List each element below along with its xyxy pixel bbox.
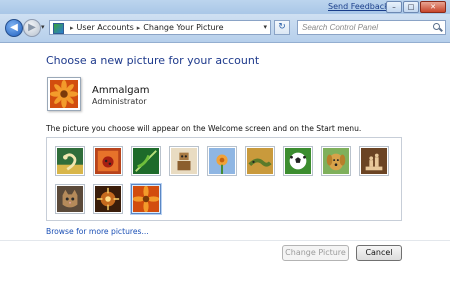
picture-soccer-ball[interactable] — [283, 146, 313, 176]
change-picture-button[interactable]: Change Picture — [282, 245, 349, 261]
cancel-button[interactable]: Cancel — [356, 245, 402, 261]
browse-more-pictures-link[interactable]: Browse for more pictures... — [46, 227, 149, 236]
search-icon[interactable] — [433, 23, 440, 30]
robot-picture-icon — [171, 148, 197, 174]
orange-flower-avatar-icon — [50, 80, 78, 108]
user-name: Ammalgam — [92, 85, 150, 96]
minimize-button[interactable]: – — [386, 1, 402, 13]
page-title: Choose a new picture for your account — [46, 54, 260, 67]
picture-dog[interactable] — [321, 146, 351, 176]
sparkle-picture-icon — [95, 186, 121, 212]
flower-picture-icon — [209, 148, 235, 174]
chess-picture-icon — [361, 148, 387, 174]
footer-divider — [0, 240, 450, 241]
search-input[interactable] — [297, 20, 446, 35]
close-button[interactable]: ✕ — [420, 1, 446, 13]
current-user-picture — [47, 77, 81, 111]
address-bar[interactable]: ▸ User Accounts ▸ Change Your Picture ▾ — [49, 20, 271, 35]
orange-flower-picture-icon — [133, 186, 159, 212]
picture-kitten[interactable] — [55, 184, 85, 214]
breadcrumb-separator-icon[interactable]: ▸ — [70, 24, 74, 32]
navigation-bar: ◀ ▶ ▾ ▸ User Accounts ▸ Change Your Picture… — [0, 14, 450, 43]
ladybug-picture-icon — [95, 148, 121, 174]
user-role: Administrator — [92, 97, 147, 106]
picture-bass-clef[interactable] — [55, 146, 85, 176]
lizard-picture-icon — [247, 148, 273, 174]
picture-orange-flower-selected[interactable] — [131, 184, 161, 214]
address-dropdown-icon[interactable]: ▾ — [263, 21, 267, 34]
refresh-button[interactable]: ↻ — [274, 20, 290, 35]
breadcrumb-change-your-picture[interactable]: Change Your Picture — [143, 23, 223, 32]
soccer-ball-picture-icon — [285, 148, 311, 174]
forward-button[interactable]: ▶ — [23, 19, 41, 37]
picture-flower[interactable] — [207, 146, 237, 176]
breadcrumb-separator-icon[interactable]: ▸ — [137, 24, 141, 32]
picture-chess[interactable] — [359, 146, 389, 176]
dog-picture-icon — [323, 148, 349, 174]
back-button[interactable]: ◀ — [5, 19, 23, 37]
breadcrumb-user-accounts[interactable]: User Accounts — [77, 23, 134, 32]
leaf-picture-icon — [133, 148, 159, 174]
kitten-picture-icon — [57, 186, 83, 212]
maximize-button[interactable]: □ — [403, 1, 419, 13]
picture-ladybug[interactable] — [93, 146, 123, 176]
send-feedback-link[interactable]: Send Feedback — [328, 2, 389, 11]
picture-leaf[interactable] — [131, 146, 161, 176]
picture-description: The picture you choose will appear on th… — [46, 124, 362, 133]
picture-lizard[interactable] — [245, 146, 275, 176]
bass-clef-picture-icon — [57, 148, 83, 174]
control-panel-icon — [53, 23, 64, 34]
picture-robot[interactable] — [169, 146, 199, 176]
recent-pages-dropdown-icon[interactable]: ▾ — [41, 23, 45, 31]
picture-gallery — [46, 137, 402, 221]
picture-sparkle[interactable] — [93, 184, 123, 214]
